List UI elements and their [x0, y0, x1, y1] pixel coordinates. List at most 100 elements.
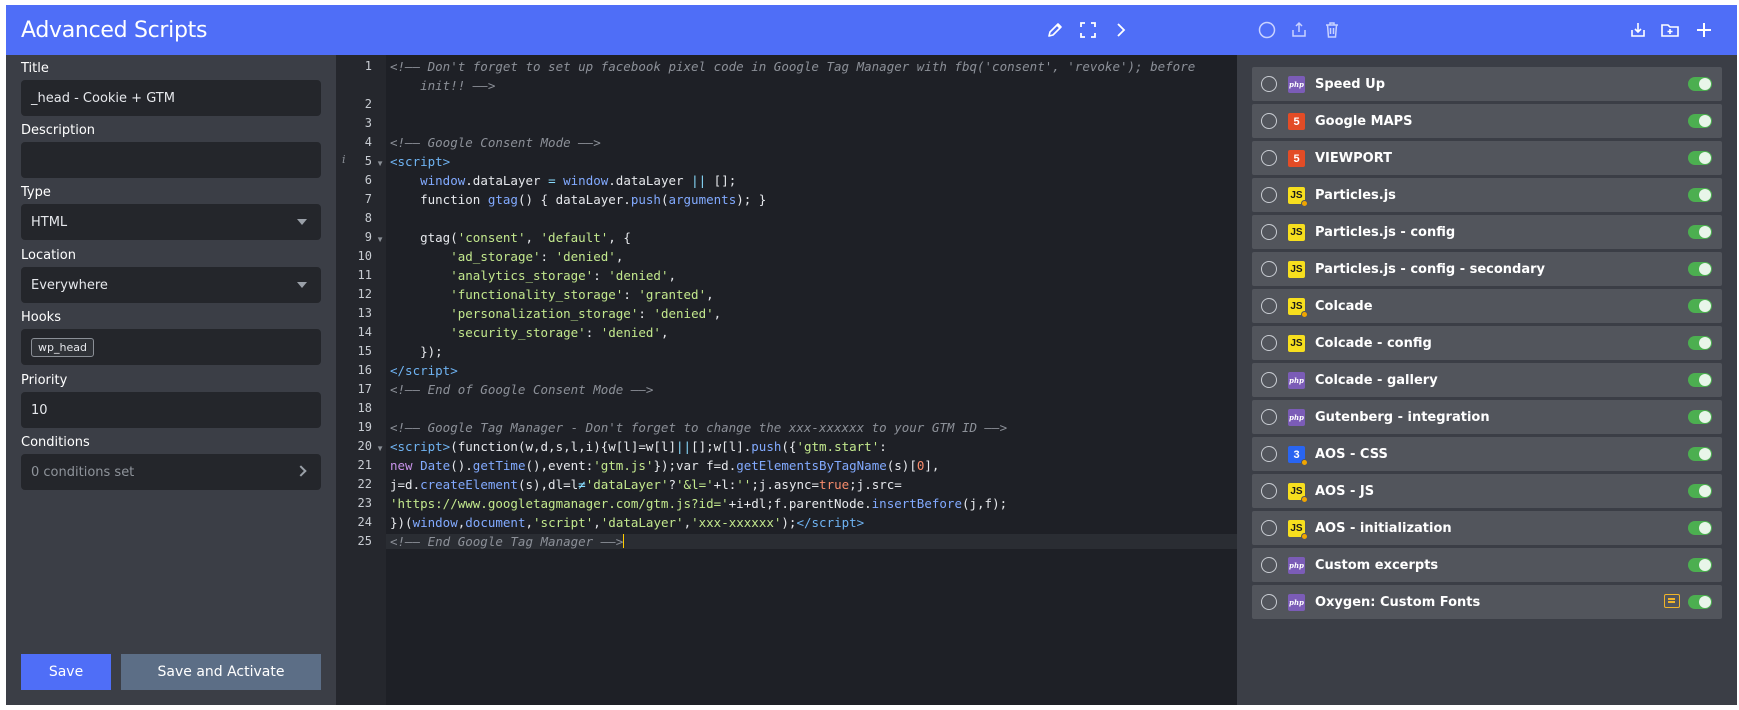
- select-radio[interactable]: [1261, 520, 1277, 536]
- code-line[interactable]: new Date().getTime(),event:'gtm.js'});va…: [390, 458, 939, 473]
- active-toggle[interactable]: [1688, 114, 1712, 128]
- script-row[interactable]: JS Particles.js - config - secondary: [1252, 252, 1722, 286]
- line-number: 2: [364, 97, 372, 111]
- script-row[interactable]: php Gutenberg - integration: [1252, 400, 1722, 434]
- title-label: Title: [21, 61, 49, 76]
- active-toggle[interactable]: [1688, 373, 1712, 387]
- code-line[interactable]: <!—— End of Google Consent Mode ——>: [390, 382, 653, 397]
- select-radio[interactable]: [1261, 372, 1277, 388]
- code-line[interactable]: <!—— Google Consent Mode ——>: [390, 135, 601, 150]
- title-input[interactable]: _head - Cookie + GTM: [21, 80, 321, 116]
- code-line[interactable]: <script>(function(w,d,s,l,i){w[l]=w[l]||…: [390, 439, 887, 454]
- script-row[interactable]: php Oxygen: Custom Fonts: [1252, 585, 1722, 619]
- select-radio[interactable]: [1261, 150, 1277, 166]
- code-line[interactable]: 'security_storage': 'denied',: [390, 325, 668, 340]
- active-toggle[interactable]: [1688, 484, 1712, 498]
- select-radio[interactable]: [1261, 594, 1277, 610]
- code-line[interactable]: <!—— Don't forget to set up facebook pix…: [390, 59, 1195, 74]
- new-folder-icon[interactable]: [1659, 19, 1681, 41]
- code-line[interactable]: 'personalization_storage': 'denied',: [390, 306, 721, 321]
- type-select[interactable]: HTML: [21, 204, 321, 240]
- code-line[interactable]: <!—— Google Tag Manager - Don't forget t…: [390, 420, 1007, 435]
- active-toggle[interactable]: [1688, 521, 1712, 535]
- comment-icon[interactable]: [1664, 594, 1680, 608]
- script-row[interactable]: 5 VIEWPORT: [1252, 141, 1722, 175]
- script-name: AOS - initialization: [1315, 521, 1452, 536]
- export-icon[interactable]: [1288, 19, 1310, 41]
- info-icon: i: [342, 153, 346, 166]
- script-name: Particles.js: [1315, 188, 1396, 203]
- priority-input[interactable]: 10: [21, 392, 321, 428]
- script-row[interactable]: php Custom excerpts: [1252, 548, 1722, 582]
- code-line[interactable]: j=d.createElement(s),dl=l≠'dataLayer'?'&…: [390, 477, 902, 492]
- js-file-icon: JS: [1288, 224, 1305, 241]
- select-radio[interactable]: [1261, 557, 1277, 573]
- save-button[interactable]: Save: [21, 654, 111, 690]
- select-radio[interactable]: [1261, 446, 1277, 462]
- hook-chip[interactable]: wp_head: [31, 338, 94, 357]
- description-input[interactable]: [21, 142, 321, 178]
- code-line[interactable]: <!—— End Google Tag Manager ——>: [386, 534, 1237, 549]
- script-row[interactable]: JS Colcade: [1252, 289, 1722, 323]
- conditions-button[interactable]: 0 conditions set: [21, 454, 321, 490]
- select-radio[interactable]: [1261, 298, 1277, 314]
- select-radio[interactable]: [1261, 76, 1277, 92]
- active-toggle[interactable]: [1688, 151, 1712, 165]
- script-row[interactable]: JS Particles.js: [1252, 178, 1722, 212]
- pencil-icon[interactable]: [1044, 19, 1066, 41]
- select-radio[interactable]: [1261, 187, 1277, 203]
- code-content[interactable]: <!—— Don't forget to set up facebook pix…: [386, 55, 1237, 705]
- script-row[interactable]: JS AOS - JS: [1252, 474, 1722, 508]
- code-line[interactable]: gtag('consent', 'default', {: [390, 230, 631, 245]
- select-radio[interactable]: [1261, 409, 1277, 425]
- active-toggle[interactable]: [1688, 447, 1712, 461]
- add-icon[interactable]: [1693, 19, 1715, 41]
- code-line[interactable]: window.dataLayer = window.dataLayer || […: [390, 173, 736, 188]
- status-dot: [1301, 533, 1308, 540]
- location-select[interactable]: Everywhere: [21, 267, 321, 303]
- code-line[interactable]: </script>: [390, 363, 458, 378]
- chevron-right-icon[interactable]: [1110, 19, 1132, 41]
- code-line[interactable]: init!! ——>: [390, 78, 495, 93]
- select-radio[interactable]: [1261, 483, 1277, 499]
- select-all-circle-icon[interactable]: [1256, 19, 1278, 41]
- select-radio[interactable]: [1261, 113, 1277, 129]
- script-row[interactable]: 5 Google MAPS: [1252, 104, 1722, 138]
- fold-arrow-icon[interactable]: ▼: [376, 235, 384, 244]
- line-number: 20: [357, 439, 372, 453]
- script-row[interactable]: php Colcade - gallery: [1252, 363, 1722, 397]
- code-line[interactable]: 'functionality_storage': 'granted',: [390, 287, 713, 302]
- code-line[interactable]: 'analytics_storage': 'denied',: [390, 268, 676, 283]
- code-line[interactable]: function gtag() { dataLayer.push(argumen…: [390, 192, 766, 207]
- active-toggle[interactable]: [1688, 188, 1712, 202]
- active-toggle[interactable]: [1688, 262, 1712, 276]
- select-radio[interactable]: [1261, 335, 1277, 351]
- active-toggle[interactable]: [1688, 410, 1712, 424]
- save-and-activate-button[interactable]: Save and Activate: [121, 654, 321, 690]
- fold-arrow-icon[interactable]: ▼: [376, 159, 384, 168]
- code-line[interactable]: <script>: [390, 154, 450, 169]
- fold-arrow-icon[interactable]: ▼: [376, 444, 384, 453]
- active-toggle[interactable]: [1688, 225, 1712, 239]
- active-toggle[interactable]: [1688, 299, 1712, 313]
- active-toggle[interactable]: [1688, 336, 1712, 350]
- code-line[interactable]: 'https://www.googletagmanager.com/gtm.js…: [390, 496, 1007, 511]
- script-row[interactable]: php Speed Up: [1252, 67, 1722, 101]
- fullscreen-icon[interactable]: [1077, 19, 1099, 41]
- type-label: Type: [21, 185, 51, 200]
- select-radio[interactable]: [1261, 224, 1277, 240]
- code-line[interactable]: });: [390, 344, 443, 359]
- active-toggle[interactable]: [1688, 77, 1712, 91]
- trash-icon[interactable]: [1321, 19, 1343, 41]
- active-toggle[interactable]: [1688, 558, 1712, 572]
- code-line[interactable]: })(window,document,'script','dataLayer',…: [390, 515, 864, 530]
- script-row[interactable]: JS AOS - initialization: [1252, 511, 1722, 545]
- select-radio[interactable]: [1261, 261, 1277, 277]
- script-row[interactable]: JS Particles.js - config: [1252, 215, 1722, 249]
- active-toggle[interactable]: [1688, 595, 1712, 609]
- script-row[interactable]: JS Colcade - config: [1252, 326, 1722, 360]
- script-row[interactable]: 3 AOS - CSS: [1252, 437, 1722, 471]
- code-line[interactable]: 'ad_storage': 'denied',: [390, 249, 623, 264]
- import-icon[interactable]: [1627, 19, 1649, 41]
- hooks-input[interactable]: wp_head: [21, 329, 321, 365]
